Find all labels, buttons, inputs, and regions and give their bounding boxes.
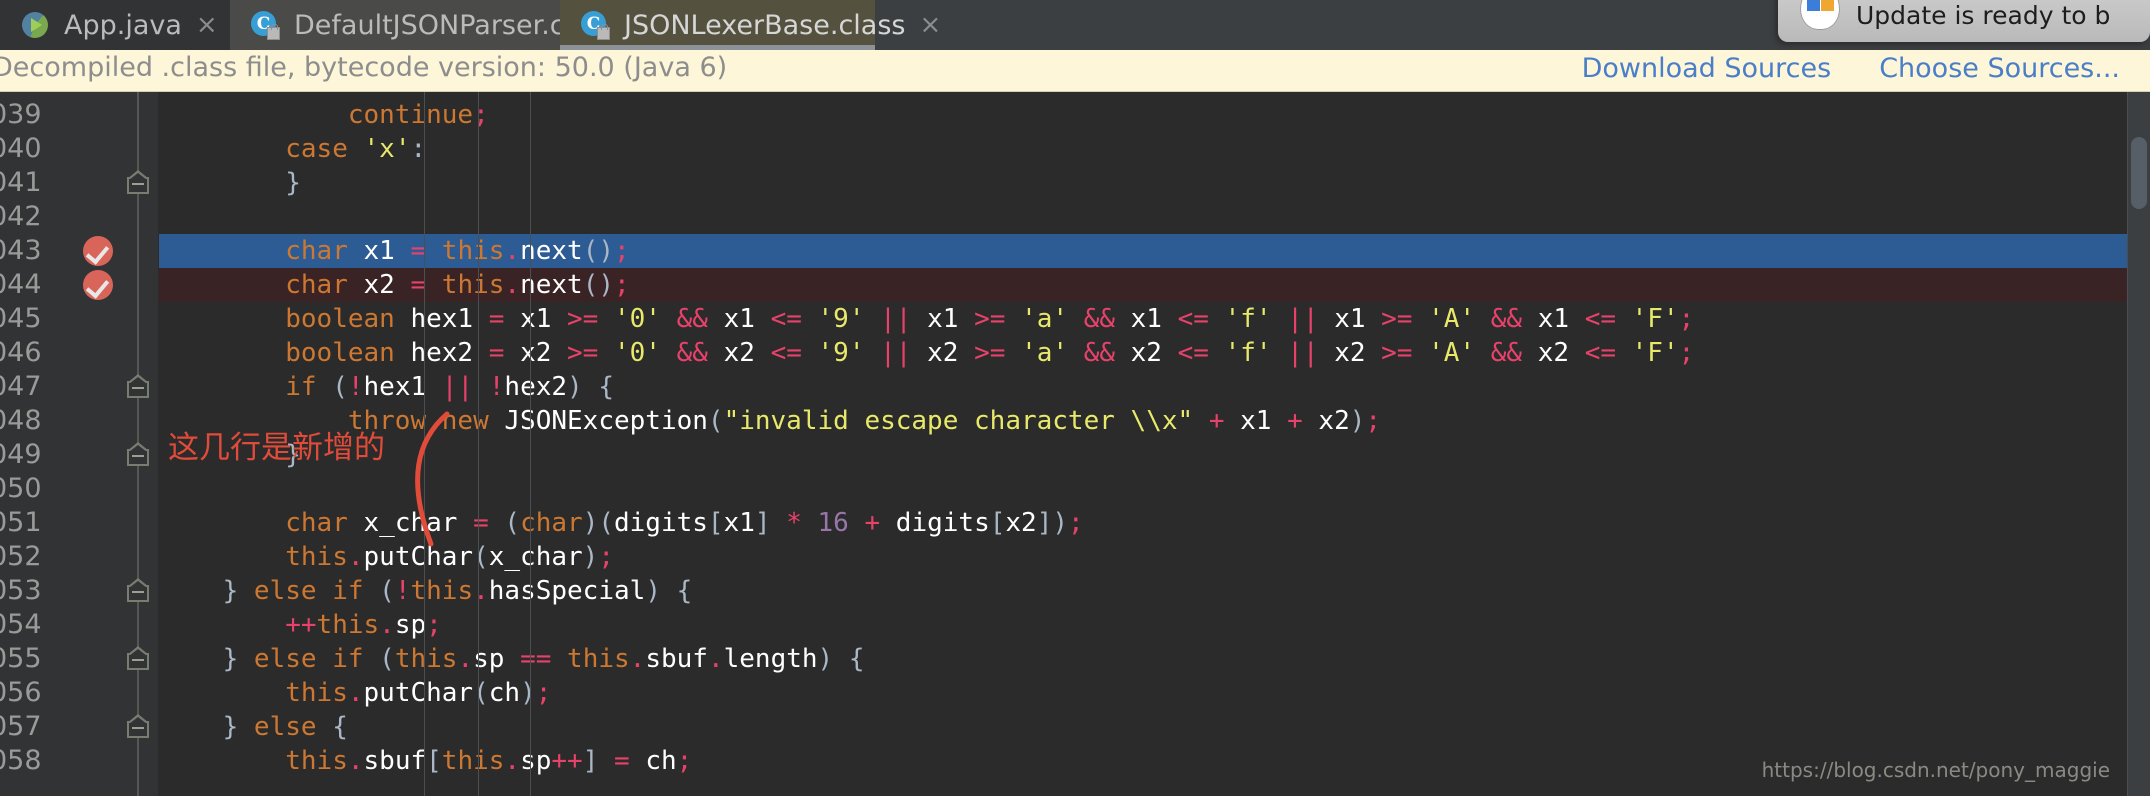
line-number: 045 bbox=[0, 303, 42, 334]
code-line[interactable]: } bbox=[0, 166, 2150, 200]
line-number: 058 bbox=[0, 745, 42, 776]
code-line-text: this.putChar(ch); bbox=[285, 678, 552, 708]
tab-jsonlexerbase-class[interactable]: C JSONLexerBase.class × bbox=[560, 0, 941, 50]
code-line-text: char x2 = this.next(); bbox=[285, 270, 630, 300]
line-number: 057 bbox=[0, 711, 42, 742]
code-line[interactable] bbox=[0, 472, 2150, 506]
code-line-background bbox=[0, 200, 2150, 234]
banner-message: Decompiled .class file, bytecode version… bbox=[0, 52, 728, 83]
fold-toggle-icon[interactable] bbox=[127, 170, 149, 194]
code-line[interactable]: this.putChar(x_char); bbox=[0, 540, 2150, 574]
line-number: 040 bbox=[0, 133, 42, 164]
class-file-icon: C bbox=[250, 10, 280, 40]
download-sources-link[interactable]: Download Sources bbox=[1582, 53, 1832, 84]
code-line-text: } else { bbox=[160, 712, 348, 742]
tab-close-icon[interactable]: × bbox=[919, 12, 941, 38]
fold-toggle-icon[interactable] bbox=[127, 578, 149, 602]
code-line-text: case 'x': bbox=[285, 134, 427, 164]
line-number: 046 bbox=[0, 337, 42, 368]
code-line[interactable]: } else if (this.sp == this.sbuf.length) … bbox=[0, 642, 2150, 676]
code-line-text: char x_char = (char)(digits[x1] * 16 + d… bbox=[285, 508, 1084, 538]
code-line-background bbox=[0, 166, 2150, 200]
code-line-text: char x1 = this.next(); bbox=[285, 236, 630, 266]
indent-guide bbox=[478, 92, 479, 796]
update-notification-text: Update is ready to b bbox=[1856, 1, 2111, 30]
code-line-text: this.sbuf[this.sp++] = ch; bbox=[285, 746, 693, 776]
code-line-text: this.putChar(x_char); bbox=[285, 542, 614, 572]
line-number: 050 bbox=[0, 473, 42, 504]
editor-scrollbar[interactable] bbox=[2128, 92, 2150, 796]
fold-toggle-icon[interactable] bbox=[127, 714, 149, 738]
line-number: 051 bbox=[0, 507, 42, 538]
editor-tab-bar: App.java × C DefaultJSONParser.class × C… bbox=[0, 0, 2150, 50]
line-number: 056 bbox=[0, 677, 42, 708]
update-balloon-icon bbox=[1800, 0, 1840, 30]
line-number: 048 bbox=[0, 405, 42, 436]
banner-actions: Download Sources Choose Sources... bbox=[1582, 53, 2120, 84]
java-file-icon bbox=[20, 10, 50, 40]
line-number: 047 bbox=[0, 371, 42, 402]
line-number: 049 bbox=[0, 439, 42, 470]
code-line[interactable] bbox=[0, 200, 2150, 234]
code-line-text: if (!hex1 || !hex2) { bbox=[285, 372, 615, 402]
code-line[interactable]: } else { bbox=[0, 710, 2150, 744]
code-line[interactable]: boolean hex2 = x2 >= '0' && x2 <= '9' ||… bbox=[0, 336, 2150, 370]
code-line[interactable]: this.putChar(ch); bbox=[0, 676, 2150, 710]
line-number: 042 bbox=[0, 201, 42, 232]
indent-guide bbox=[530, 92, 531, 796]
breakpoint-icon[interactable] bbox=[83, 236, 113, 266]
line-number: 039 bbox=[0, 99, 42, 130]
tab-close-icon[interactable]: × bbox=[196, 12, 218, 38]
line-number: 055 bbox=[0, 643, 42, 674]
line-number: 054 bbox=[0, 609, 42, 640]
tab-app-java[interactable]: App.java × bbox=[0, 0, 230, 50]
fold-toggle-icon[interactable] bbox=[127, 442, 149, 466]
tab-defaultjsonparser-class[interactable]: C DefaultJSONParser.class × bbox=[230, 0, 653, 50]
scrollbar-thumb[interactable] bbox=[2131, 137, 2147, 209]
code-line[interactable]: case 'x': bbox=[0, 132, 2150, 166]
tab-label: JSONLexerBase.class bbox=[624, 9, 906, 41]
code-line-background bbox=[0, 472, 2150, 506]
code-line[interactable]: ++this.sp; bbox=[0, 608, 2150, 642]
code-line-text: continue; bbox=[347, 100, 489, 130]
code-editor[interactable]: continue; case 'x': } char x1 = this.nex… bbox=[0, 92, 2150, 796]
code-line-text: } bbox=[160, 168, 301, 198]
watermark-text: https://blog.csdn.net/pony_maggie bbox=[1761, 758, 2110, 782]
code-line-text: ++this.sp; bbox=[285, 610, 442, 640]
line-number: 052 bbox=[0, 541, 42, 572]
code-line[interactable]: continue; bbox=[0, 98, 2150, 132]
indent-guide bbox=[424, 92, 425, 796]
line-number: 041 bbox=[0, 167, 42, 198]
fold-toggle-icon[interactable] bbox=[127, 374, 149, 398]
annotation-text: 这几行是新增的 bbox=[168, 430, 385, 466]
class-file-icon: C bbox=[580, 10, 610, 40]
gutter-edge bbox=[158, 92, 159, 796]
code-line[interactable]: char x2 = this.next(); bbox=[0, 268, 2150, 302]
decompiled-class-banner: Decompiled .class file, bytecode version… bbox=[0, 50, 2150, 92]
fold-toggle-icon[interactable] bbox=[127, 646, 149, 670]
line-number: 053 bbox=[0, 575, 42, 606]
code-line[interactable]: char x1 = this.next(); bbox=[0, 234, 2150, 268]
code-line-text: } else if (this.sp == this.sbuf.length) … bbox=[160, 644, 865, 674]
choose-sources-link[interactable]: Choose Sources... bbox=[1879, 53, 2120, 84]
code-line-text: boolean hex2 = x2 >= '0' && x2 <= '9' ||… bbox=[285, 338, 1695, 368]
breakpoint-icon[interactable] bbox=[83, 270, 113, 300]
update-notification-balloon[interactable]: Update is ready to b bbox=[1778, 0, 2150, 42]
tab-label: App.java bbox=[64, 9, 182, 41]
code-line-text: } else if (!this.hasSpecial) { bbox=[160, 576, 693, 606]
code-line-text: boolean hex1 = x1 >= '0' && x1 <= '9' ||… bbox=[285, 304, 1695, 334]
code-line[interactable]: char x_char = (char)(digits[x1] * 16 + d… bbox=[0, 506, 2150, 540]
code-line[interactable]: } else if (!this.hasSpecial) { bbox=[0, 574, 2150, 608]
code-line[interactable]: boolean hex1 = x1 >= '0' && x1 <= '9' ||… bbox=[0, 302, 2150, 336]
code-line[interactable]: if (!hex1 || !hex2) { bbox=[0, 370, 2150, 404]
